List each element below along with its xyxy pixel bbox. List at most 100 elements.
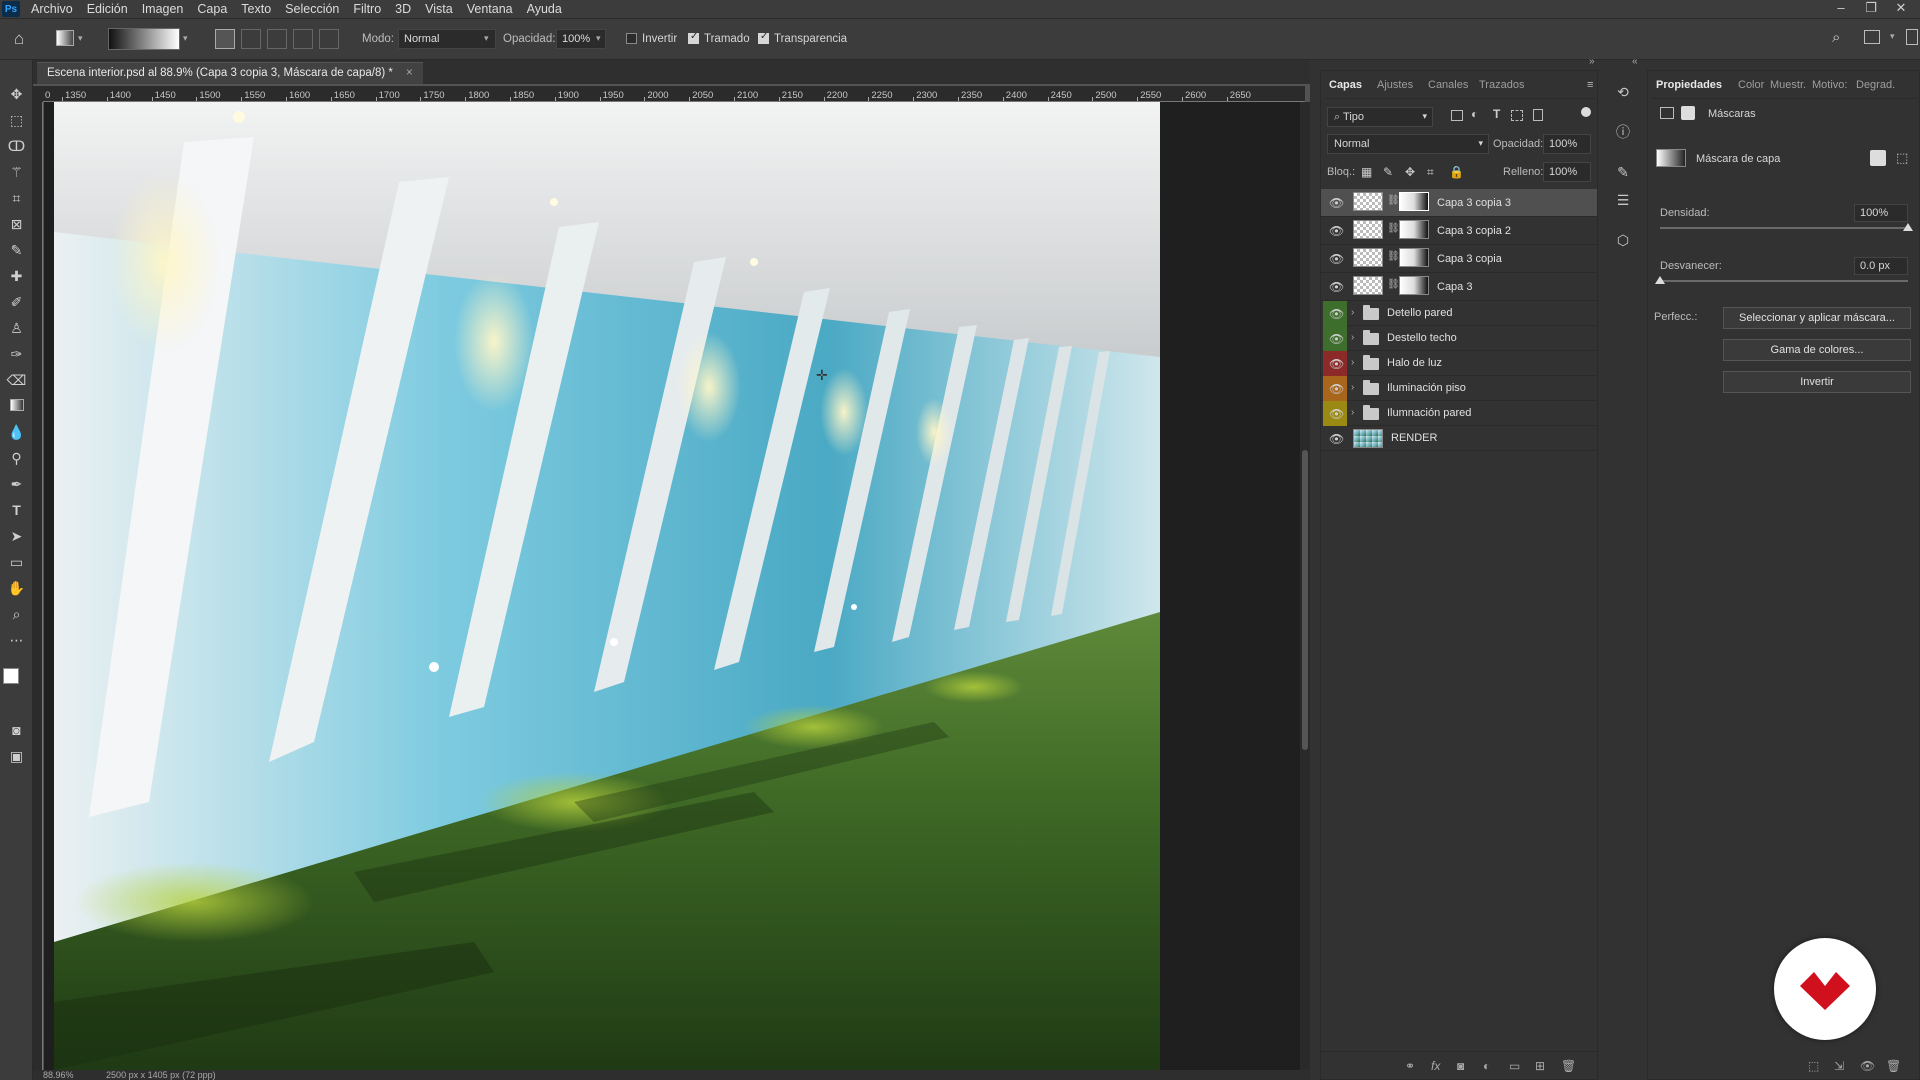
layer-name[interactable]: Detello pared <box>1387 307 1452 319</box>
density-slider[interactable] <box>1660 227 1908 229</box>
3d-cube-icon[interactable]: ⬡ <box>1613 230 1633 250</box>
layer-thumbnail[interactable] <box>1353 192 1383 211</box>
layer-thumbnail[interactable] <box>1353 429 1383 448</box>
expand-group-icon[interactable]: › <box>1351 407 1354 418</box>
layer-thumbnail[interactable] <box>1353 220 1383 239</box>
visibility-eye-icon[interactable]: 👁 <box>1329 281 1344 293</box>
gradient-tool-preset-icon[interactable] <box>56 30 74 46</box>
density-slider-knob[interactable] <box>1903 223 1913 231</box>
link-layers-icon[interactable]: ⚭ <box>1405 1059 1415 1073</box>
layer-row[interactable]: 👁 › Ilumnación pared <box>1321 401 1597 426</box>
visibility-eye-icon[interactable]: 👁 <box>1329 383 1344 395</box>
visibility-eye-icon[interactable]: 👁 <box>1329 253 1344 265</box>
mask-visibility-icon[interactable]: 👁 <box>1860 1059 1875 1073</box>
layer-thumbnail[interactable] <box>1353 276 1383 295</box>
adjustment-layer-icon[interactable]: ◐ <box>1483 1059 1490 1073</box>
menu-capa[interactable]: Capa <box>190 2 234 16</box>
radial-gradient-icon[interactable] <box>241 29 261 49</box>
menu-edicion[interactable]: Edición <box>80 2 135 16</box>
rectangle-tool-icon[interactable]: ▭ <box>6 552 27 573</box>
zoom-tool-icon[interactable]: ⌕ <box>6 604 27 625</box>
filter-shape-icon[interactable] <box>1511 110 1523 121</box>
layer-row[interactable]: 👁 ⛓ Capa 3 copia 2 <box>1321 217 1597 245</box>
vertical-scrollbar-thumb[interactable] <box>1302 450 1308 750</box>
lock-transparent-icon[interactable]: ▦ <box>1361 165 1372 179</box>
tab-muestras[interactable]: Muestr. <box>1770 79 1806 91</box>
apply-mask-icon[interactable]: ⇲ <box>1834 1059 1844 1073</box>
expand-panels-icon[interactable]: « <box>1632 56 1638 67</box>
menu-archivo[interactable]: Archivo <box>24 2 80 16</box>
mask-link-icon[interactable]: ⛓ <box>1387 195 1400 206</box>
lock-position-icon[interactable]: ✥ <box>1405 165 1415 179</box>
zoom-status[interactable]: 88.96% <box>43 1070 74 1080</box>
chevron-down-icon[interactable]: ▾ <box>183 33 188 44</box>
lock-all-icon[interactable]: 🔒 <box>1449 165 1464 179</box>
layer-style-icon[interactable]: fx <box>1431 1059 1440 1073</box>
visibility-eye-icon[interactable]: 👁 <box>1329 308 1344 320</box>
crop-tool-icon[interactable]: ⌗ <box>6 188 27 209</box>
search-icon[interactable]: ⌕ <box>1832 29 1840 46</box>
layer-row[interactable]: 👁 › Halo de luz <box>1321 351 1597 376</box>
menu-filtro[interactable]: Filtro <box>346 2 388 16</box>
layer-name[interactable]: Capa 3 copia 3 <box>1437 197 1511 209</box>
pixel-mask-icon[interactable] <box>1660 107 1674 119</box>
mode-select[interactable]: Normal <box>398 29 496 49</box>
angle-gradient-icon[interactable] <box>267 29 287 49</box>
type-tool-icon[interactable]: T <box>6 500 27 521</box>
layer-mask-thumbnail[interactable] <box>1399 276 1429 295</box>
layer-name[interactable]: RENDER <box>1391 432 1437 444</box>
more-tools-icon[interactable]: ⋯ <box>6 630 27 651</box>
diamond-gradient-icon[interactable] <box>319 29 339 49</box>
layer-mask-thumbnail[interactable] <box>1399 192 1429 211</box>
layer-filter-select[interactable]: ⌕ Tipo ▾ <box>1327 107 1433 127</box>
reflected-gradient-icon[interactable] <box>293 29 313 49</box>
quick-mask-icon[interactable]: ◙ <box>6 720 27 741</box>
layer-row[interactable]: 👁 › Destello techo <box>1321 326 1597 351</box>
feather-slider-knob[interactable] <box>1655 276 1665 284</box>
render-artwork[interactable]: ✛ <box>54 102 1160 1070</box>
transparency-checkbox[interactable] <box>758 31 769 44</box>
tab-trazados[interactable]: Trazados <box>1479 79 1524 91</box>
marquee-tool-icon[interactable]: ⬚ <box>6 110 27 131</box>
invert-checkbox[interactable] <box>626 33 637 44</box>
ruler-corner[interactable] <box>33 86 43 102</box>
close-tab-icon[interactable]: × <box>406 67 413 79</box>
layer-mask-thumbnail[interactable] <box>1399 220 1429 239</box>
menu-ventana[interactable]: Ventana <box>460 2 520 16</box>
layer-row[interactable]: 👁 › Iluminación piso <box>1321 376 1597 401</box>
gradient-tool-icon[interactable] <box>6 396 27 417</box>
chevron-down-icon[interactable]: ▾ <box>1890 31 1895 42</box>
path-selection-tool-icon[interactable]: ➤ <box>6 526 27 547</box>
layer-name[interactable]: Ilumnación pared <box>1387 407 1471 419</box>
screen-mode-icon[interactable]: ▣ <box>6 746 27 767</box>
pen-tool-icon[interactable]: ✒ <box>6 474 27 495</box>
minimize-icon[interactable]: – <box>1826 0 1856 18</box>
select-and-mask-button[interactable]: Seleccionar y aplicar máscara... <box>1723 307 1911 329</box>
layer-name[interactable]: Destello techo <box>1387 332 1457 344</box>
layer-row[interactable]: 👁 RENDER <box>1321 426 1597 451</box>
layer-name[interactable]: Iluminación piso <box>1387 382 1466 394</box>
expand-group-icon[interactable]: › <box>1351 382 1354 393</box>
mask-link-icon[interactable]: ⛓ <box>1387 223 1400 234</box>
layer-name[interactable]: Capa 3 copia 2 <box>1437 225 1511 237</box>
add-vector-mask-icon[interactable]: ⬚ <box>1896 150 1908 166</box>
chevron-down-icon[interactable]: ▾ <box>78 33 83 44</box>
visibility-eye-icon[interactable]: 👁 <box>1329 225 1344 237</box>
brush-settings-icon[interactable]: ✎ <box>1613 162 1633 182</box>
vector-mask-icon[interactable] <box>1681 106 1695 120</box>
layer-row[interactable]: 👁 ⛓ Capa 3 copia <box>1321 245 1597 273</box>
tab-canales[interactable]: Canales <box>1428 79 1468 91</box>
visibility-eye-icon[interactable]: 👁 <box>1329 408 1344 420</box>
invert-mask-button[interactable]: Invertir <box>1723 371 1911 393</box>
visibility-eye-icon[interactable]: 👁 <box>1329 197 1344 209</box>
history-icon[interactable]: ⟲ <box>1613 82 1633 102</box>
menu-ayuda[interactable]: Ayuda <box>520 2 569 16</box>
visibility-eye-icon[interactable]: 👁 <box>1329 433 1344 445</box>
magic-wand-tool-icon[interactable]: ⚚ <box>6 162 27 183</box>
layer-mask-thumbnail[interactable] <box>1399 248 1429 267</box>
adjustments-sliders-icon[interactable]: ☰ <box>1613 190 1633 210</box>
eyedropper-tool-icon[interactable]: ✎ <box>6 240 27 261</box>
layer-row[interactable]: 👁 › Detello pared <box>1321 301 1597 326</box>
lasso-tool-icon[interactable]: ↀ <box>6 136 27 157</box>
panel-menu-icon[interactable]: ≡ <box>1587 79 1593 91</box>
